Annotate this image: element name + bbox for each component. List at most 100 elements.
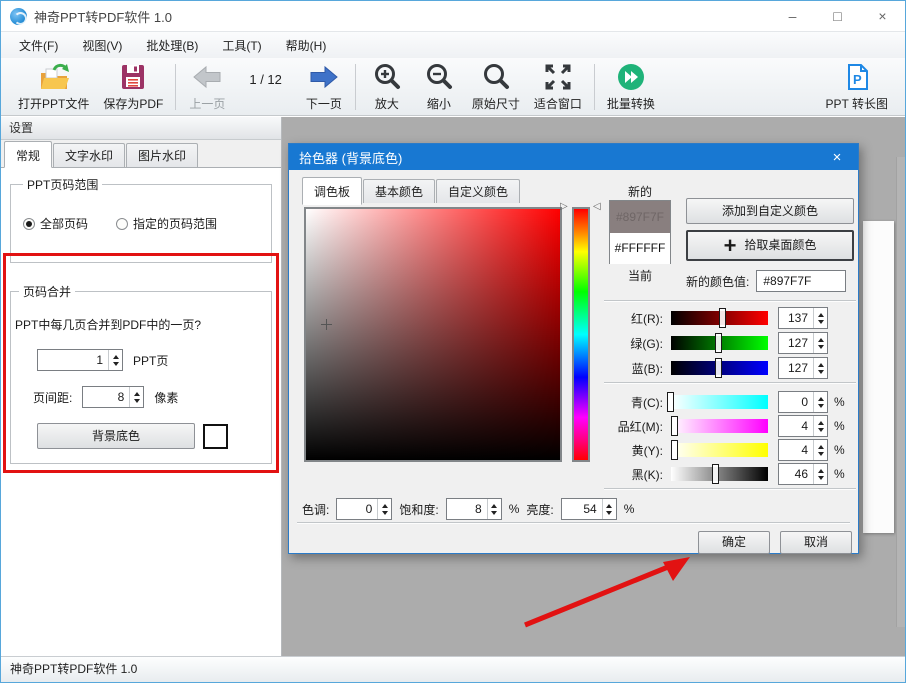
stepper-arrows-icon[interactable] — [813, 416, 827, 436]
open-ppt-button[interactable]: 打开PPT文件 — [11, 59, 96, 115]
dialog-body: 调色板 基本颜色 自定义颜色 ▷ ◁ 新的 #897F7F #FFFFFF 当前… — [289, 170, 858, 554]
hue-slider[interactable] — [572, 207, 590, 462]
open-ppt-label: 打开PPT文件 — [18, 95, 89, 112]
luminance-value: 54 — [562, 499, 602, 519]
blue-slider[interactable] — [671, 361, 768, 375]
stepper-arrows-icon[interactable] — [813, 440, 827, 460]
radio-all-pages[interactable]: 全部页码 — [23, 215, 88, 232]
save-floppy-icon — [118, 62, 148, 92]
luminance-label: 亮度: — [526, 501, 553, 518]
cancel-button[interactable]: 取消 — [780, 531, 852, 554]
color-swatch-stack: #897F7F #FFFFFF — [609, 200, 671, 264]
vertical-scrollbar[interactable] — [896, 157, 905, 627]
tab-custom-colors[interactable]: 自定义颜色 — [436, 179, 520, 203]
hue-marker-left-icon[interactable]: ▷ — [560, 201, 568, 212]
magenta-stepper[interactable]: 4 — [778, 415, 828, 437]
prev-page-label: 上一页 — [189, 95, 225, 112]
minimize-button[interactable]: – — [770, 1, 815, 31]
stepper-arrows-icon[interactable] — [813, 333, 827, 353]
zoom-in-button[interactable]: 放大 — [361, 59, 413, 115]
radio-specified-pages[interactable]: 指定的页码范围 — [116, 215, 217, 232]
slider-handle[interactable] — [667, 392, 674, 412]
saturation-unit: % — [509, 502, 520, 516]
stepper-arrows-icon[interactable] — [602, 499, 616, 519]
zoom-out-button[interactable]: 缩小 — [413, 59, 465, 115]
dialog-close-icon[interactable]: × — [826, 149, 848, 166]
app-icon — [10, 8, 27, 25]
stepper-arrows-icon[interactable] — [813, 358, 827, 378]
save-pdf-button[interactable]: 保存为PDF — [96, 59, 170, 115]
stepper-arrows-icon[interactable] — [108, 350, 122, 370]
new-color-value-input[interactable] — [756, 270, 846, 292]
batch-convert-label: 批量转换 — [607, 95, 655, 112]
add-to-custom-colors-button[interactable]: 添加到自定义颜色 — [686, 198, 854, 224]
slider-handle[interactable] — [671, 416, 678, 436]
yellow-slider[interactable] — [671, 443, 768, 457]
gap-stepper[interactable]: 8 — [82, 386, 144, 408]
green-slider[interactable] — [671, 336, 768, 350]
maximize-button[interactable]: □ — [815, 1, 860, 31]
batch-convert-button[interactable]: 批量转换 — [600, 59, 662, 115]
stepper-arrows-icon[interactable] — [813, 392, 827, 412]
menu-batch[interactable]: 批处理(B) — [134, 32, 210, 59]
close-button[interactable]: × — [860, 1, 905, 31]
prev-page-button[interactable]: 上一页 — [181, 59, 233, 115]
slider-handle[interactable] — [712, 464, 719, 484]
cyan-stepper[interactable]: 0 — [778, 391, 828, 413]
yellow-stepper[interactable]: 4 — [778, 439, 828, 461]
toolbar-separator — [175, 64, 176, 110]
saturation-value-gradient[interactable] — [304, 207, 562, 462]
hue-marker-right-icon[interactable]: ◁ — [593, 201, 601, 212]
ppt-to-long-image-button[interactable]: P PPT 转长图 — [819, 59, 895, 115]
hue-stepper[interactable]: 0 — [336, 498, 392, 520]
original-size-button[interactable]: 原始尺寸 — [465, 59, 527, 115]
tab-text-watermark[interactable]: 文字水印 — [53, 143, 125, 167]
menu-help[interactable]: 帮助(H) — [274, 32, 339, 59]
slider-handle[interactable] — [715, 333, 722, 353]
hue-label: 色调: — [302, 501, 329, 518]
tab-image-watermark[interactable]: 图片水印 — [126, 143, 198, 167]
stepper-arrows-icon[interactable] — [813, 308, 827, 328]
dialog-title-bar[interactable]: 拾色器 (背景底色) × — [289, 144, 858, 170]
color-selection-marker-icon[interactable] — [321, 319, 332, 330]
separator — [604, 382, 856, 384]
tab-palette[interactable]: 调色板 — [302, 177, 362, 205]
new-color-value-label: 新的颜色值: — [686, 273, 749, 290]
luminance-stepper[interactable]: 54 — [561, 498, 617, 520]
magenta-slider[interactable] — [671, 419, 768, 433]
separator — [604, 488, 856, 490]
slider-handle[interactable] — [671, 440, 678, 460]
slider-handle[interactable] — [715, 358, 722, 378]
menu-tools[interactable]: 工具(T) — [210, 32, 273, 59]
ok-button[interactable]: 确定 — [698, 531, 770, 554]
pick-desktop-color-button[interactable]: + 拾取桌面颜色 — [686, 230, 854, 261]
red-slider[interactable] — [671, 311, 768, 325]
stepper-arrows-icon[interactable] — [487, 499, 501, 519]
cyan-slider[interactable] — [671, 395, 768, 409]
tab-general[interactable]: 常规 — [4, 141, 52, 168]
green-stepper[interactable]: 127 — [778, 332, 828, 354]
menu-file[interactable]: 文件(F) — [7, 32, 70, 59]
page-merge-title: 页码合并 — [19, 283, 75, 300]
menu-view[interactable]: 视图(V) — [70, 32, 134, 59]
black-slider[interactable] — [671, 467, 768, 481]
fit-window-button[interactable]: 适合窗口 — [527, 59, 589, 115]
blue-stepper[interactable]: 127 — [778, 357, 828, 379]
slider-handle[interactable] — [719, 308, 726, 328]
stepper-arrows-icon[interactable] — [813, 464, 827, 484]
pages-per-sheet-stepper[interactable]: 1 — [37, 349, 123, 371]
stepper-arrows-icon[interactable] — [129, 387, 143, 407]
magenta-unit: % — [834, 419, 845, 433]
black-stepper[interactable]: 46 — [778, 463, 828, 485]
stepper-arrows-icon[interactable] — [377, 499, 391, 519]
red-stepper[interactable]: 137 — [778, 307, 828, 329]
blue-label: 蓝(B): — [601, 360, 671, 377]
saturation-stepper[interactable]: 8 — [446, 498, 502, 520]
background-color-swatch[interactable] — [203, 424, 228, 449]
next-page-button[interactable]: 下一页 — [298, 59, 350, 115]
original-size-icon — [481, 62, 511, 92]
zoom-out-icon — [424, 62, 454, 92]
tab-basic-colors[interactable]: 基本颜色 — [363, 179, 435, 203]
red-label: 红(R): — [601, 310, 671, 327]
background-color-button[interactable]: 背景底色 — [37, 423, 195, 449]
